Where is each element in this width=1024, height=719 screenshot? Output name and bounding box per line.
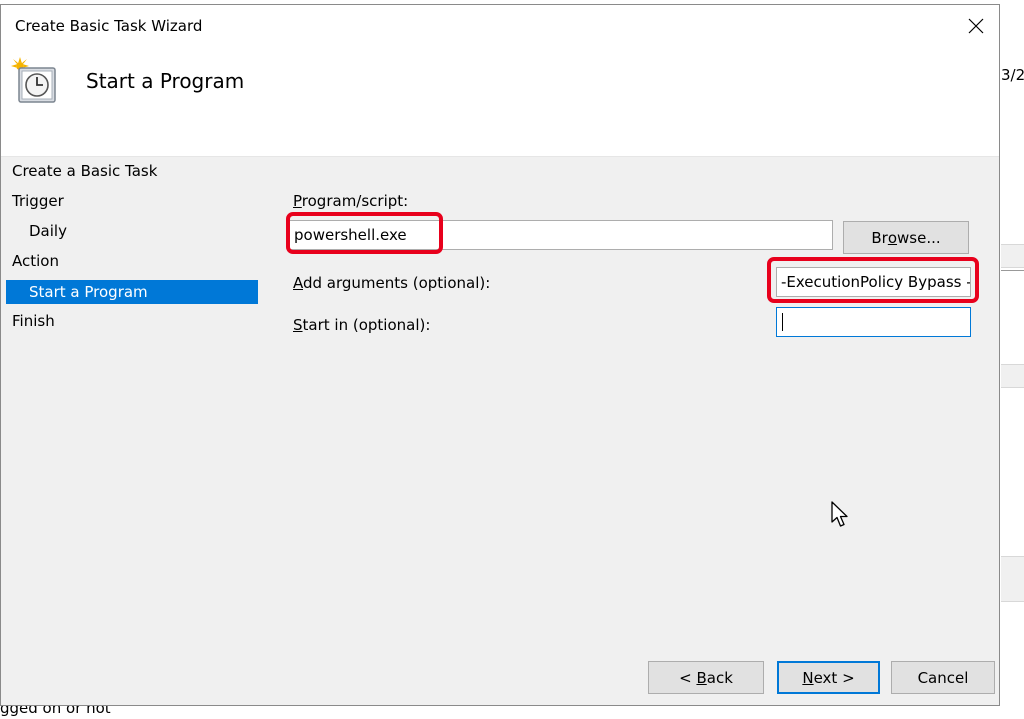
background-window (1001, 0, 1024, 719)
wizard-steps: Create a Basic Task Trigger Daily Action… (6, 157, 258, 337)
wizard-header: Start a Program (1, 49, 999, 157)
text-caret (782, 313, 783, 331)
close-button[interactable] (953, 5, 999, 47)
start-in-input[interactable] (776, 307, 971, 337)
title-bar: Create Basic Task Wizard (1, 5, 999, 49)
background-row-band (1001, 556, 1024, 602)
step-start-a-program[interactable]: Start a Program (6, 280, 258, 304)
step-daily[interactable]: Daily (6, 217, 258, 247)
background-divider (1001, 270, 1024, 271)
step-trigger[interactable]: Trigger (6, 187, 258, 217)
wizard-dialog: Create Basic Task Wizard Start a Program… (0, 4, 1000, 706)
close-icon (968, 18, 984, 34)
start-in-label: Start in (optional): (293, 316, 431, 334)
background-date-text: 3/20 (1001, 66, 1024, 84)
next-button[interactable]: Next > (777, 661, 880, 694)
step-create-basic-task[interactable]: Create a Basic Task (6, 157, 258, 187)
step-finish[interactable]: Finish (6, 307, 258, 337)
cancel-button[interactable]: Cancel (891, 661, 995, 694)
back-button[interactable]: < Back (648, 661, 764, 694)
mouse-pointer-icon (831, 501, 848, 527)
background-row-band (1001, 364, 1024, 388)
background-window-text: gged on or not (0, 706, 1024, 719)
window-title: Create Basic Task Wizard (15, 17, 203, 35)
program-script-label: Program/script: (293, 192, 409, 210)
clock-icon (11, 57, 56, 103)
browse-button[interactable]: Br o wse... (843, 221, 969, 254)
program-script-input[interactable]: powershell.exe (289, 220, 833, 250)
background-column-header (1001, 244, 1024, 268)
add-arguments-input[interactable]: -ExecutionPolicy Bypass - (776, 267, 971, 297)
add-arguments-label: Add arguments (optional): (293, 274, 491, 292)
page-title: Start a Program (86, 69, 245, 93)
step-action[interactable]: Action (6, 247, 258, 277)
